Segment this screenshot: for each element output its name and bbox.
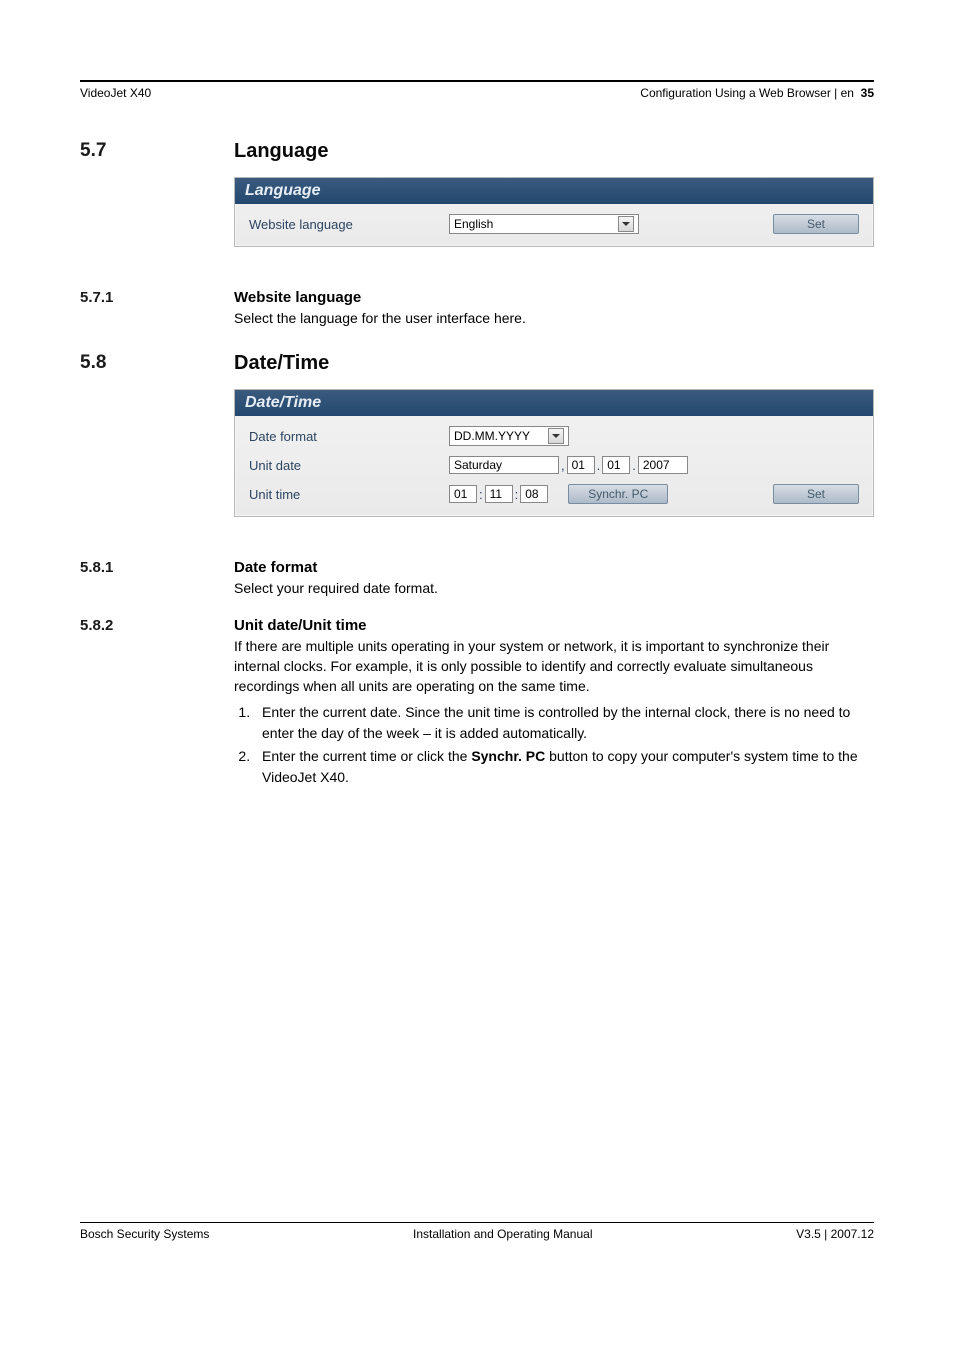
step-item: Enter the current date. Since the unit t…	[254, 702, 874, 744]
website-language-label: Website language	[249, 217, 449, 232]
unit-date-weekday[interactable]: Saturday	[449, 456, 559, 474]
header-left: VideoJet X40	[80, 86, 151, 100]
chevron-down-icon	[548, 428, 564, 444]
date-format-select[interactable]: DD.MM.YYYY	[449, 426, 569, 446]
header-right: Configuration Using a Web Browser | en 3…	[640, 86, 874, 100]
header-breadcrumb: Configuration Using a Web Browser | en	[640, 86, 854, 100]
step-text: Enter the current time or click the	[262, 748, 471, 764]
unit-time-hour[interactable]: 01	[449, 485, 477, 503]
page-number: 35	[861, 86, 874, 100]
subsection-title-date-format: Date format	[234, 559, 874, 576]
document-page: VideoJet X40 Configuration Using a Web B…	[0, 0, 954, 1351]
subsection-title-unit-date-time: Unit date/Unit time	[234, 617, 874, 634]
separator: .	[630, 458, 638, 473]
panel-title: Date/Time	[235, 390, 873, 416]
synchr-pc-button[interactable]: Synchr. PC	[568, 484, 668, 504]
separator: .	[595, 458, 603, 473]
separator: :	[477, 487, 485, 502]
footer-center: Installation and Operating Manual	[413, 1227, 592, 1241]
chevron-down-icon	[618, 216, 634, 232]
steps-list: Enter the current date. Since the unit t…	[234, 702, 874, 788]
footer-left: Bosch Security Systems	[80, 1227, 209, 1241]
panel-title: Language	[235, 178, 873, 204]
select-value: English	[454, 217, 493, 231]
subsection-title-website-language: Website language	[234, 289, 874, 306]
subsection-text: Select your required date format.	[234, 578, 874, 598]
step-bold: Synchr. PC	[471, 748, 545, 764]
unit-time-minute[interactable]: 11	[485, 485, 513, 503]
subsection-text: Select the language for the user interfa…	[234, 308, 874, 328]
section-number: 5.8	[80, 352, 234, 374]
footer-right: V3.5 | 2007.12	[796, 1227, 874, 1241]
page-header: VideoJet X40 Configuration Using a Web B…	[80, 80, 874, 100]
subsection-number: 5.8.1	[80, 559, 234, 576]
language-panel: Language Website language English Set	[234, 177, 874, 247]
unit-date-day[interactable]: 01	[567, 456, 595, 474]
unit-date-year[interactable]: 2007	[638, 456, 688, 474]
section-title-datetime: Date/Time	[234, 352, 874, 375]
step-item: Enter the current time or click the Sync…	[254, 746, 874, 788]
select-value: DD.MM.YYYY	[454, 429, 530, 443]
section-title-language: Language	[234, 140, 874, 163]
unit-time-second[interactable]: 08	[520, 485, 548, 503]
language-set-button[interactable]: Set	[773, 214, 859, 234]
datetime-set-button[interactable]: Set	[773, 484, 859, 504]
datetime-panel: Date/Time Date format DD.MM.YYYY Unit da…	[234, 389, 874, 517]
section-number: 5.7	[80, 140, 234, 162]
separator: :	[513, 487, 521, 502]
date-format-label: Date format	[249, 429, 449, 444]
subsection-intro: If there are multiple units operating in…	[234, 636, 874, 697]
website-language-select[interactable]: English	[449, 214, 639, 234]
subsection-number: 5.8.2	[80, 617, 234, 634]
unit-date-month[interactable]: 01	[602, 456, 630, 474]
separator: ,	[559, 458, 567, 473]
subsection-number: 5.7.1	[80, 289, 234, 306]
page-footer: Bosch Security Systems Installation and …	[80, 1222, 874, 1241]
unit-time-label: Unit time	[249, 487, 449, 502]
unit-date-label: Unit date	[249, 458, 449, 473]
